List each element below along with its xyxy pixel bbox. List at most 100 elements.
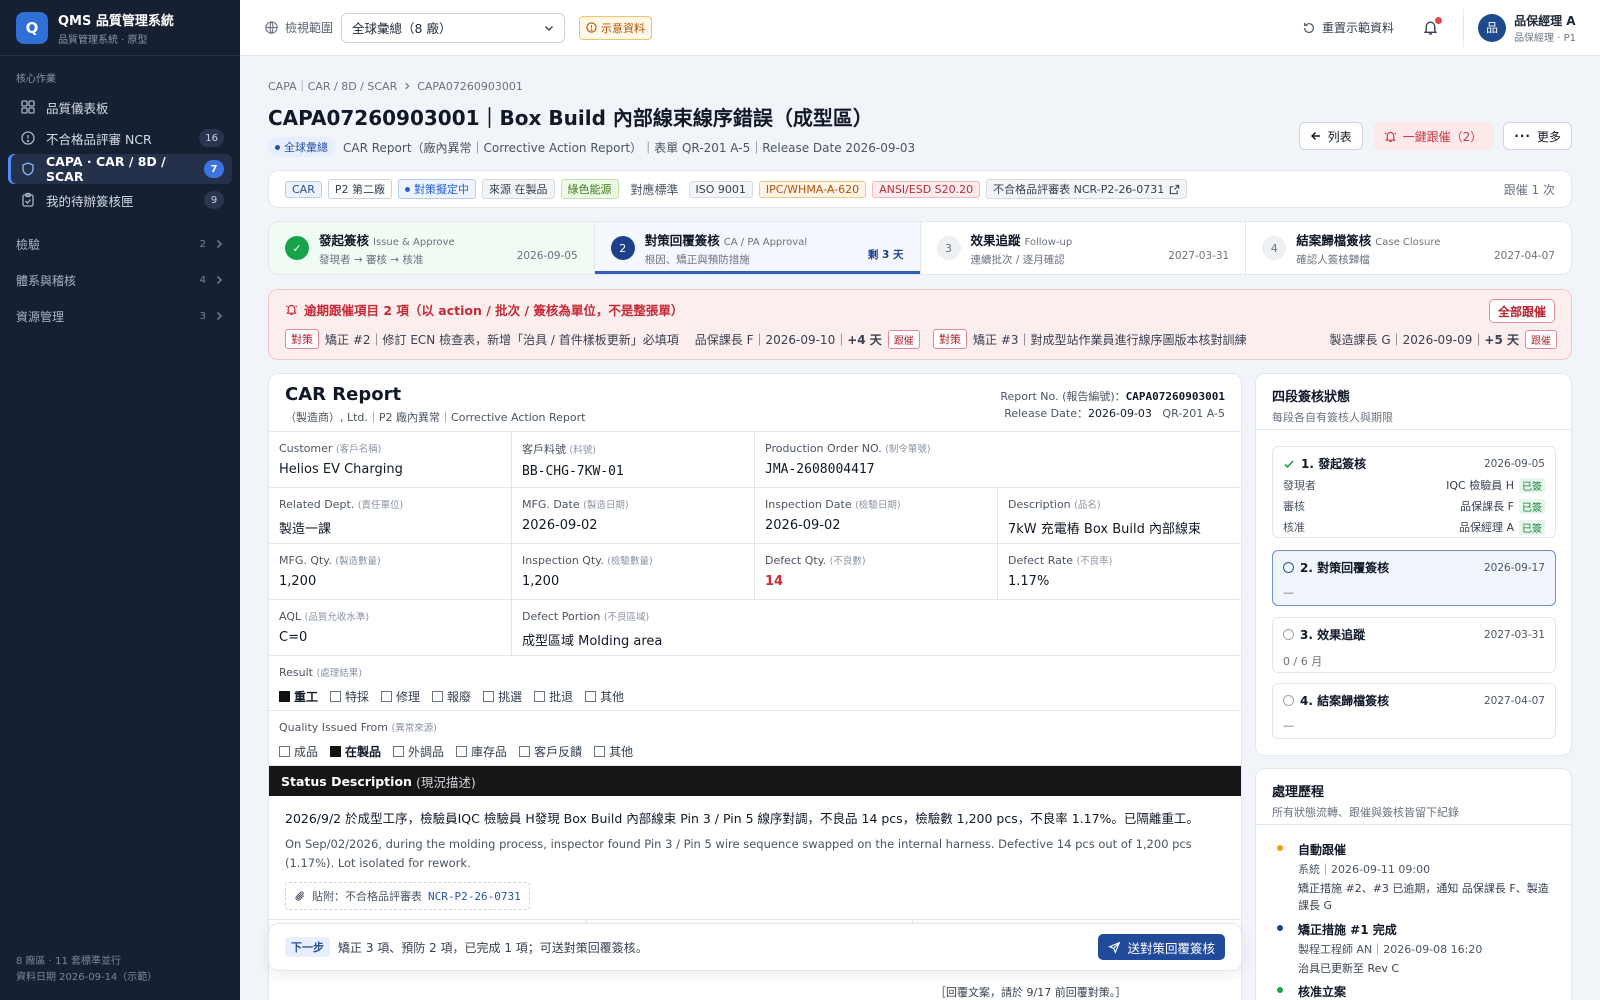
- checkbox-checked: [279, 691, 290, 702]
- next-step-text: 矯正 3 項、預防 2 項，已完成 1 項；可送對策回覆簽核。: [338, 940, 648, 955]
- checkbox-label: 特採: [345, 690, 370, 704]
- sign-stage-4[interactable]: 4. 結案歸檔簽核 2027-04-07 —: [1272, 683, 1556, 739]
- topbar: 檢視範圍 全球彙總（8 廠） 示意資料 重置示範資料 品 品保經理 A 品保經理…: [240, 0, 1600, 56]
- more-button[interactable]: ··· 更多: [1503, 122, 1572, 150]
- checkbox-checked: [330, 746, 342, 757]
- checkbox-option[interactable]: 外調品: [393, 743, 444, 760]
- checkbox-unchecked: [519, 746, 531, 757]
- status-description: 2026/9/2 於成型工序，檢驗員IQC 檢驗員 H發現 Box Build …: [269, 796, 1241, 922]
- remind-item-button[interactable]: 跟催: [887, 329, 920, 349]
- remind-all-overdue-button[interactable]: 全部跟催: [1488, 299, 1555, 323]
- sidebar-group-count: 4: [199, 274, 206, 286]
- remind-all-button[interactable]: 一鍵跟催（2）: [1372, 122, 1494, 150]
- field-order-no: Production Order NO. (制令單號) JMA-260800441…: [755, 432, 1241, 488]
- field-inspection-date: Inspection Date (檢驗日期) 2026-09-02: [755, 488, 998, 544]
- sign-stage-1[interactable]: 1. 發起簽核 2026-09-05 發現者 IQC 檢驗員 H 已簽 審核 品保課長…: [1272, 446, 1556, 538]
- step-sub: 確認人簽核歸檔: [1296, 253, 1370, 266]
- sidebar-item-ncr[interactable]: 不合格品評審 NCR 16: [8, 123, 232, 153]
- step-followup[interactable]: 3 效果追蹤 Follow-up 連續批次 / 逐月確認 2027-03-31: [921, 222, 1247, 274]
- item-owner: 製造課長 G｜2026-09-09｜: [1329, 332, 1485, 347]
- brand-subtitle: 品質管理系統 · 原型: [58, 34, 148, 46]
- report-number: Report No. (報告編號)：CAPA07260903001 Releas…: [1000, 390, 1225, 420]
- brand[interactable]: Q QMS 品質管理系統 品質管理系統 · 原型: [0, 0, 240, 56]
- history-item: 矯正措施 #1 完成 製程工程師 AN｜2026-09-08 16:20 治具已…: [1277, 921, 1558, 977]
- sidebar-item-capa[interactable]: CAPA · CAR / 8D / SCAR 7: [8, 154, 232, 184]
- source-tag: 來源 在製品: [482, 179, 555, 199]
- checkbox-option[interactable]: 挑選: [483, 688, 522, 705]
- attachment-link[interactable]: 貼附：不合格品評審表 NCR-P2-26-0731: [285, 882, 530, 910]
- notifications-button[interactable]: [1422, 17, 1443, 36]
- pending-icon: [1283, 629, 1294, 640]
- checkbox-option[interactable]: 報廢: [432, 688, 471, 705]
- status-description-header: Status Description (現況描述): [269, 766, 1241, 796]
- info-icon: [586, 22, 597, 33]
- check-icon: [1284, 459, 1294, 468]
- ncr-link[interactable]: 不合格品評審表 NCR-P2-26-0731: [986, 179, 1188, 199]
- breadcrumb-current: CAPA07260903001: [417, 79, 523, 93]
- bell-ring-icon: [285, 304, 298, 315]
- next-step-bar: 下一步 矯正 3 項、預防 2 項，已完成 1 項；可送對策回覆簽核。 送對策回…: [268, 923, 1242, 971]
- standards-label: 對應標準: [630, 182, 679, 197]
- sidebar-item-label: 品質儀表板: [46, 100, 109, 116]
- count-badge: 9: [204, 191, 224, 209]
- checkbox-option[interactable]: 在製品: [330, 743, 381, 760]
- checkbox-option[interactable]: 庫存品: [456, 743, 507, 760]
- back-to-list-button[interactable]: 列表: [1298, 122, 1363, 150]
- scope-pill: 全球彙總: [268, 137, 335, 157]
- checkbox-label: 修理: [396, 690, 421, 704]
- step-date: 2027-03-31: [1168, 250, 1230, 262]
- sidebar-group-resources[interactable]: 資源管理 3: [0, 298, 240, 334]
- remind-item-button[interactable]: 跟催: [1525, 329, 1557, 349]
- step-date: 剩 3 天: [867, 249, 904, 261]
- checkbox-option[interactable]: 其他: [594, 743, 633, 760]
- sign-stage-3[interactable]: 3. 效果追蹤 2027-03-31 0 / 6 月: [1272, 617, 1556, 673]
- step-issue[interactable]: ✓ 發起簽核 Issue & Approve 發現者 → 審核 → 核准 2026-…: [269, 222, 595, 274]
- notification-dot: [1435, 17, 1443, 24]
- breadcrumb-item[interactable]: CAPA｜CAR / 8D / SCAR: [268, 78, 397, 94]
- avatar: 品: [1478, 13, 1507, 42]
- sidebar-group-audit[interactable]: 體系與稽核 4: [0, 262, 240, 298]
- checkbox-option[interactable]: 成品: [279, 743, 318, 760]
- sidebar-item-dashboard[interactable]: 品質儀表板: [8, 92, 232, 122]
- timeline-dot: [1277, 925, 1283, 931]
- user-menu[interactable]: 品 品保經理 A 品保經理 · P1: [1463, 8, 1576, 47]
- step-closure[interactable]: 4 結案歸檔簽核 Case Closure 確認人簽核歸檔 2027-04-07: [1246, 222, 1571, 274]
- field-aql: AQL (品質允收水準) C=0: [269, 600, 512, 656]
- sign-stage-2[interactable]: 2. 對策回覆簽核 2026-09-17 —: [1272, 550, 1556, 606]
- sign-status-panel: 四段簽核狀態 每段各自有簽核人與期限 1. 發起簽核 2026-09-05 發現…: [1255, 373, 1572, 756]
- submit-ca-approval-button[interactable]: 送對策回覆簽核: [1098, 934, 1225, 960]
- globe-icon: [265, 21, 278, 34]
- checkbox-unchecked: [534, 691, 546, 702]
- source-checkboxes: Quality Issued From (異常來源) 成品 在製品 外調品 庫存品 客戶…: [269, 711, 1241, 766]
- back-label: 列表: [1327, 129, 1352, 144]
- checkbox-option[interactable]: 特採: [330, 688, 369, 705]
- sidebar-group-inspection[interactable]: 檢驗 2: [0, 226, 240, 262]
- result-options: 重工 特採 修理 報廢 挑選 批退 其他: [279, 688, 1231, 705]
- description-en: On Sep/02/2026, during the molding proce…: [285, 837, 1192, 870]
- sidebar-item-inbox[interactable]: 我的待辦簽核匣 9: [8, 185, 232, 215]
- item-tag: 對策: [285, 329, 319, 349]
- step-sub: 發現者 → 審核 → 核准: [319, 253, 424, 266]
- timeline-dot: [1277, 845, 1283, 851]
- shield-icon: [22, 162, 34, 176]
- step-title: 發起簽核 Issue & Approve: [319, 232, 455, 248]
- checkbox-option[interactable]: 批退: [534, 688, 573, 705]
- checkbox-option[interactable]: 修理: [381, 688, 420, 705]
- check-icon: ✓: [285, 236, 309, 260]
- reset-demo-button[interactable]: 重置示範資料: [1302, 19, 1394, 36]
- checkbox-option[interactable]: 客戶反饋: [519, 743, 582, 760]
- step-ca-approval[interactable]: 2 對策回覆簽核 CA / PA Approval 根因、矯正與預防措施 剩 3 天: [594, 222, 921, 274]
- step-number: 4: [1262, 236, 1287, 260]
- history-item: 核准立案: [1277, 983, 1558, 1000]
- checkbox-option[interactable]: 其他: [585, 688, 624, 705]
- signed-badge: 已簽: [1519, 519, 1545, 535]
- checkbox-label: 在製品: [345, 745, 382, 759]
- signed-badge: 已簽: [1519, 498, 1545, 514]
- checkbox-option[interactable]: 重工: [279, 688, 318, 705]
- scope-select[interactable]: 全球彙總（8 廠）: [341, 12, 566, 43]
- field-defect-portion: Defect Portion (不良區域) 成型區域 Molding area: [512, 600, 1241, 656]
- checkbox-label: 報廢: [447, 690, 472, 704]
- checkbox-label: 重工: [294, 690, 319, 704]
- overdue-item: 對策 矯正 #2｜修訂 ECN 檢查表，新增「治具 / 首件樣板更新」必填項 品…: [285, 329, 920, 349]
- page-meta-text: CAR Report（廠內異常｜Corrective Action Report…: [343, 140, 916, 155]
